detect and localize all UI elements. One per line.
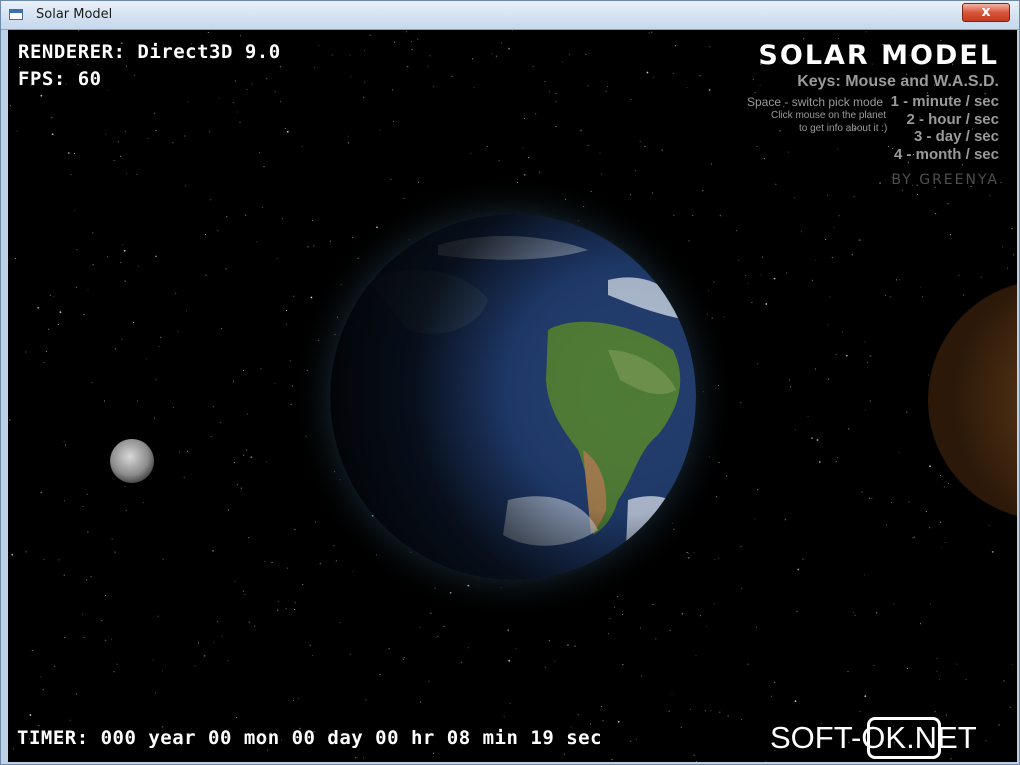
click-hint-line-2: to get info about it :) <box>799 123 888 134</box>
space-hint: Space - switch pick mode <box>747 95 884 109</box>
speed-option-1: 1 - minute / sec <box>890 93 999 110</box>
app-window: Solar Model x RENDERER: Direct3D 9.0 FPS… <box>0 0 1020 765</box>
starfield <box>9 30 1017 762</box>
speed-option-4: 4 - month / sec <box>893 146 999 163</box>
author-byline: BY GREENYA <box>891 172 999 188</box>
close-button[interactable]: x <box>962 3 1010 22</box>
neighbor-planet <box>928 284 1017 516</box>
speed-option-2: 2 - hour / sec <box>906 111 999 128</box>
window-title: Solar Model <box>36 7 113 22</box>
earth-planet <box>330 214 696 580</box>
watermark-text: SOFT-OK.NET <box>770 720 977 755</box>
fps-counter: FPS: 60 <box>18 68 102 90</box>
click-hint-line-1: Click mouse on the planet <box>771 110 887 121</box>
speed-option-3: 3 - day / sec <box>913 128 999 145</box>
timer-readout: TIMER: 000 year 00 mon 00 day 00 hr 08 m… <box>17 727 603 749</box>
app-logo: SOLAR MODEL <box>758 40 999 71</box>
app-icon <box>9 9 23 20</box>
keys-hint: Keys: Mouse and W.A.S.D. <box>797 73 999 90</box>
render-viewport[interactable]: RENDERER: Direct3D 9.0 FPS: 60 TIMER: 00… <box>8 30 1017 762</box>
title-bar[interactable]: Solar Model x <box>1 1 1019 30</box>
renderer-label: RENDERER: Direct3D 9.0 <box>18 41 281 63</box>
moon <box>110 439 154 483</box>
